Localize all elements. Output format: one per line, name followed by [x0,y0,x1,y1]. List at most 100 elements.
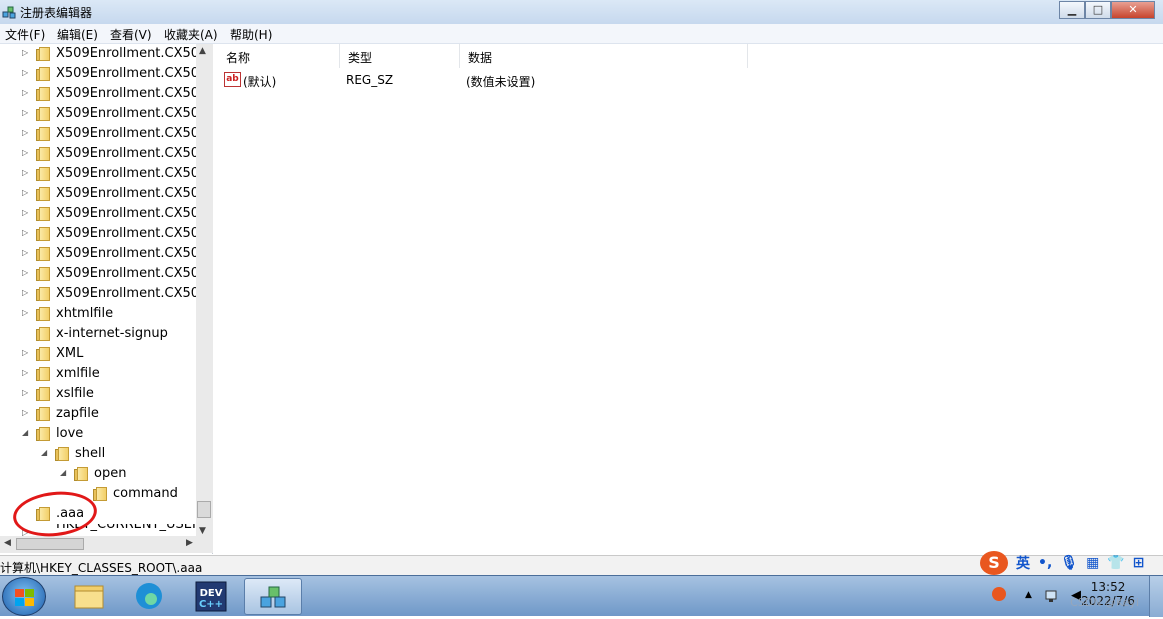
folder-icon [36,367,51,381]
microphone-icon[interactable]: 🎙 [1060,555,1078,571]
tree-item-label: X509Enrollment.CX509P [56,186,196,201]
tree-item[interactable]: ▷ X509Enrollment.CX509P [0,244,196,264]
menu-file[interactable]: 文件(F) [5,26,45,43]
tree-horizontal-scrollbar[interactable]: ◀ ▶ [0,536,213,553]
tree-vertical-scrollbar[interactable]: ▲ ▼ [196,44,213,536]
column-header-type[interactable]: 类型 [340,44,460,68]
expand-arrow-icon[interactable]: ▷ [22,68,28,77]
close-button[interactable]: ✕ [1111,1,1155,19]
taskbar-regedit[interactable] [244,578,302,615]
tree-item[interactable]: ▷ X509Enrollment.CX509M [0,64,196,84]
expand-arrow-icon[interactable]: ▷ [22,408,28,417]
show-desktop-button[interactable] [1149,576,1163,617]
folder-icon [36,287,51,301]
folder-icon [36,407,51,421]
tree-item[interactable]: ▷ zapfile [0,404,196,424]
value-type[interactable]: REG_SZ [346,73,393,87]
taskbar-explorer[interactable] [60,578,118,615]
menu-help[interactable]: 帮助(H) [230,26,272,43]
tree-item[interactable]: ◢ love [0,424,196,444]
tree-item-label: X509Enrollment.CX509E [56,46,196,61]
expand-arrow-icon[interactable]: ▷ [22,308,28,317]
tree-item[interactable]: ▷ xmlfile [0,364,196,384]
expand-arrow-icon[interactable]: ◢ [60,468,66,477]
expand-arrow-icon[interactable]: ▷ [22,348,28,357]
tree-item-label: X509Enrollment.CX509P [56,286,196,301]
status-path: 计算机\HKEY_CLASSES_ROOT\.aaa [0,561,203,575]
column-header-name[interactable]: 名称 [218,44,340,68]
regedit-icon [260,586,286,608]
h-scroll-thumb[interactable] [16,538,84,550]
tree-item[interactable]: ▷ X509Enrollment.CX509P [0,164,196,184]
tree-item[interactable]: ▷ xslfile [0,384,196,404]
tree-item[interactable]: ◢ open [0,464,196,484]
tree-item[interactable]: ▷ X509Enrollment.CX509N [0,104,196,124]
ime-language-mode[interactable]: 英 [1016,553,1030,573]
expand-arrow-icon[interactable]: ▷ [22,128,28,137]
expand-arrow-icon[interactable]: ▷ [22,148,28,157]
expand-arrow-icon[interactable]: ◢ [41,448,47,457]
value-data[interactable]: (数值未设置) [466,73,535,90]
keyboard-icon[interactable]: ▦ [1086,555,1099,571]
folder-icon [74,585,104,609]
tree-item[interactable]: ▷ X509Enrollment.CX509P [0,224,196,244]
tree-item[interactable]: ▷ X509Enrollment.CX509P [0,264,196,284]
regedit-app-icon [2,6,16,19]
folder-icon [36,327,51,341]
tree-item[interactable]: ▷ X509Enrollment.CX509N [0,124,196,144]
maximize-button[interactable]: □ [1085,1,1111,19]
expand-arrow-icon[interactable]: ▷ [22,288,28,297]
expand-arrow-icon[interactable]: ▷ [22,48,28,57]
taskbar-edge[interactable] [120,578,178,615]
tray-expand-icon[interactable]: ▲ [1025,590,1032,600]
taskbar-devcpp[interactable]: DEV C++ [182,578,240,615]
tree-item[interactable]: ◢ shell [0,444,196,464]
scroll-thumb[interactable] [197,501,211,518]
sogou-logo-icon[interactable]: S [980,551,1008,575]
sogou-tray-icon[interactable] [991,586,1007,602]
tree-item[interactable]: ▷ xhtmlfile [0,304,196,324]
tree-item[interactable]: ▷ X509Enrollment.CX509P [0,284,196,304]
grid-apps-icon[interactable]: ⊞ [1133,555,1145,571]
expand-arrow-icon[interactable]: ▷ [22,228,28,237]
tree-item[interactable]: ▷ X509Enrollment.CX509E [0,44,196,64]
scroll-down-icon[interactable]: ▼ [199,526,206,536]
expand-arrow-icon[interactable]: ▷ [22,188,28,197]
expand-arrow-icon[interactable]: ▷ [22,88,28,97]
tree-item[interactable]: ▷ XML [0,344,196,364]
expand-arrow-icon[interactable]: ▷ [22,248,28,257]
scroll-right-icon[interactable]: ▶ [186,538,193,548]
taskbar: DEV C++ ▲ ◀ 13:52 2022/7/6 CSDN @Keyi [0,575,1163,617]
network-icon[interactable] [1045,589,1059,603]
expand-arrow-icon[interactable]: ▷ [22,168,28,177]
expand-arrow-icon[interactable]: ▷ [22,268,28,277]
values-list: 名称 类型 数据 ab (默认) REG_SZ (数值未设置) [218,44,1163,554]
minimize-button[interactable]: ▁ [1059,1,1085,19]
tree-item[interactable]: ▷ X509Enrollment.CX509P [0,144,196,164]
ime-punctuation[interactable]: •, [1038,555,1052,571]
menu-view[interactable]: 查看(V) [110,26,152,43]
tree-item[interactable]: x-internet-signup [0,324,196,344]
tree-item[interactable]: ▷ X509Enrollment.CX509M [0,84,196,104]
tree-item[interactable]: ▷ X509Enrollment.CX509P [0,204,196,224]
expand-arrow-icon[interactable]: ▷ [22,108,28,117]
scroll-left-icon[interactable]: ◀ [4,538,11,548]
expand-arrow-icon[interactable]: ▷ [22,208,28,217]
watermark: CSDN @Keyi [1070,596,1139,609]
registry-tree[interactable]: ▷ X509Enrollment.CX509E ▷ X509Enrollment.CX… [0,44,213,554]
start-button[interactable] [2,577,46,616]
tree-item-label: XML [56,346,84,361]
expand-arrow-icon[interactable]: ◢ [22,428,28,437]
tree-item-label: X509Enrollment.CX509M [56,86,196,101]
tree-item[interactable]: ▷ X509Enrollment.CX509P [0,184,196,204]
value-name[interactable]: (默认) [243,73,276,90]
menu-edit[interactable]: 编辑(E) [57,26,98,43]
folder-icon [36,187,51,201]
folder-icon [36,167,51,181]
expand-arrow-icon[interactable]: ▷ [22,388,28,397]
expand-arrow-icon[interactable]: ▷ [22,368,28,377]
scroll-up-icon[interactable]: ▲ [199,46,206,56]
menu-favorites[interactable]: 收藏夹(A) [164,26,218,43]
column-header-data[interactable]: 数据 [460,44,748,68]
skin-shirt-icon[interactable]: 👕 [1107,555,1124,571]
